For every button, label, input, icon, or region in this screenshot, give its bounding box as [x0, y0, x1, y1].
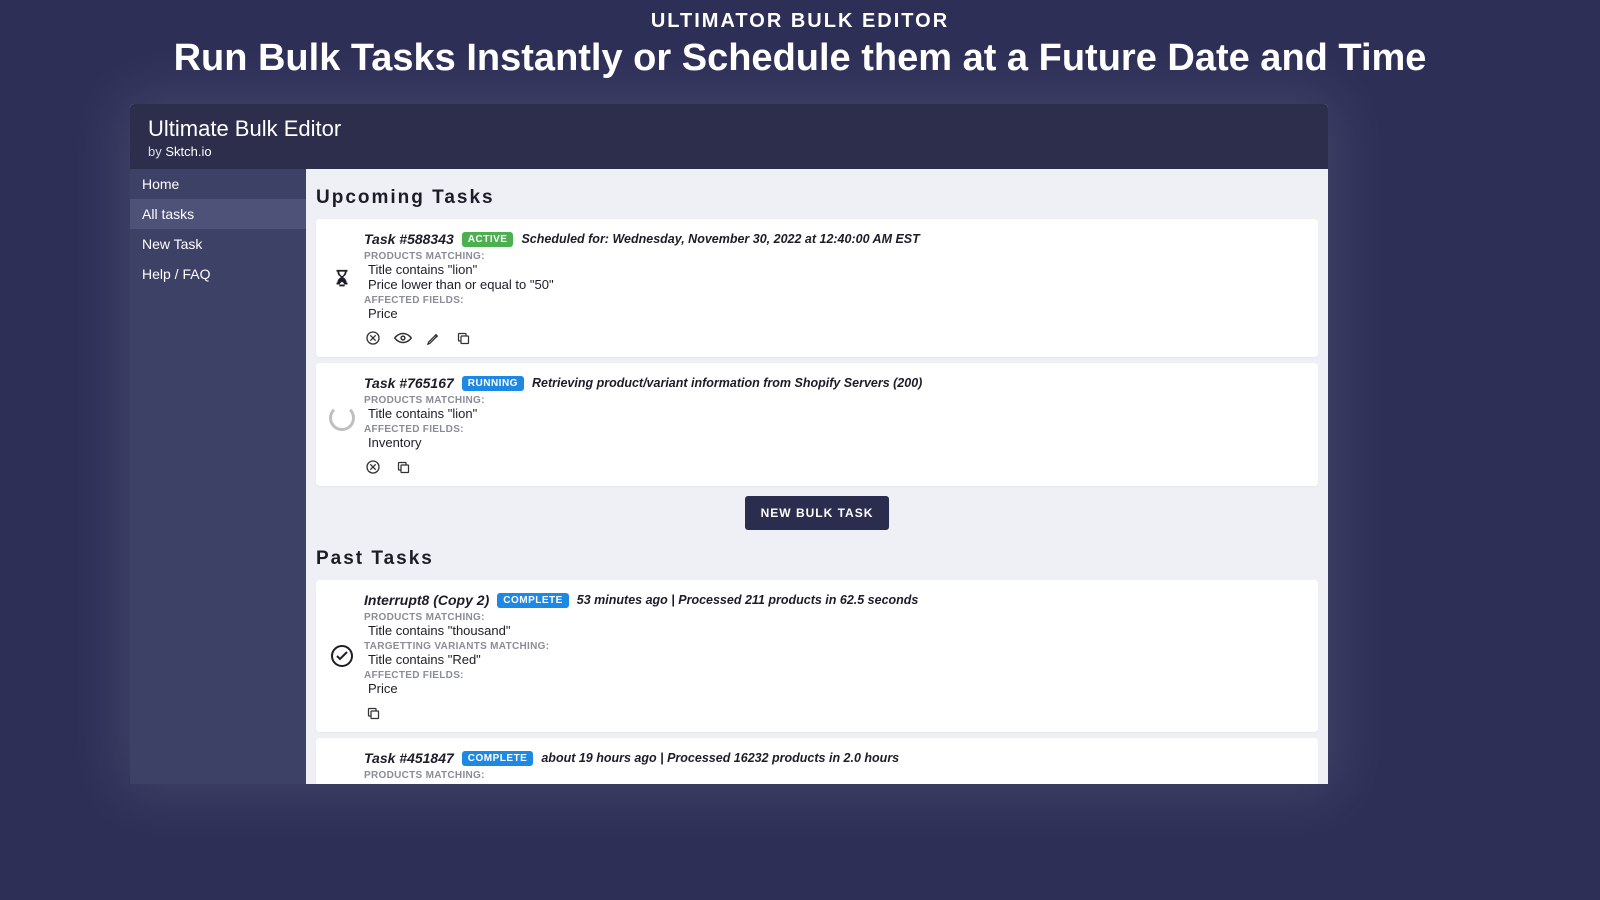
task-title: Task #588343	[364, 231, 454, 247]
sidebar-item-home[interactable]: Home	[130, 169, 306, 199]
affected-fields-label: AFFECTED FIELDS:	[364, 295, 1306, 306]
task-meta: Retrieving product/variant information f…	[532, 376, 922, 390]
task-card: Interrupt8 (Copy 2) COMPLETE 53 minutes …	[316, 580, 1318, 732]
section-upcoming-title: Upcoming Tasks	[316, 187, 1318, 209]
matching-value: Price lower than or equal to "50"	[368, 277, 1306, 292]
affected-fields-label: AFFECTED FIELDS:	[364, 424, 1306, 435]
variant-value: Title contains "Red"	[368, 652, 1306, 667]
app-window: Ultimate Bulk Editor by Sktch.io Home Al…	[130, 104, 1328, 784]
byline-brand[interactable]: Sktch.io	[165, 144, 211, 159]
task-card: Task #451847 COMPLETE about 19 hours ago…	[316, 738, 1318, 784]
affected-fields-label: AFFECTED FIELDS:	[364, 670, 1306, 681]
sidebar: Home All tasks New Task Help / FAQ	[130, 169, 306, 784]
task-header: Task #765167 RUNNING Retrieving product/…	[364, 375, 1306, 391]
sidebar-item-label: All tasks	[142, 206, 194, 222]
task-card: Task #588343 ACTIVE Scheduled for: Wedne…	[316, 219, 1318, 357]
task-body: Interrupt8 (Copy 2) COMPLETE 53 minutes …	[364, 592, 1306, 722]
sidebar-item-label: Help / FAQ	[142, 266, 210, 282]
task-actions	[364, 329, 1306, 347]
copy-icon[interactable]	[364, 704, 382, 722]
matching-value: Title contains "lion"	[368, 406, 1306, 421]
task-body: Task #588343 ACTIVE Scheduled for: Wedne…	[364, 231, 1306, 347]
sidebar-item-label: Home	[142, 176, 179, 192]
sidebar-item-help-faq[interactable]: Help / FAQ	[130, 259, 306, 289]
app-body: Home All tasks New Task Help / FAQ Upcom…	[130, 169, 1328, 784]
sidebar-item-new-task[interactable]: New Task	[130, 229, 306, 259]
task-actions	[364, 704, 1306, 722]
new-task-wrap: NEW BULK TASK	[316, 496, 1318, 530]
sidebar-item-all-tasks[interactable]: All tasks	[130, 199, 306, 229]
task-header: Interrupt8 (Copy 2) COMPLETE 53 minutes …	[364, 592, 1306, 608]
hourglass-icon	[328, 267, 356, 291]
app-header: Ultimate Bulk Editor by Sktch.io	[130, 104, 1328, 169]
hero-title: Run Bulk Tasks Instantly or Schedule the…	[0, 37, 1600, 80]
hero: ULTIMATOR BULK EDITOR Run Bulk Tasks Ins…	[0, 0, 1600, 80]
targetting-variants-label: TARGETTING VARIANTS MATCHING:	[364, 641, 1306, 652]
task-title: Interrupt8 (Copy 2)	[364, 592, 489, 608]
byline-prefix: by	[148, 144, 165, 159]
affected-value: Inventory	[368, 435, 1306, 450]
status-badge: COMPLETE	[497, 593, 569, 608]
check-circle-icon	[328, 644, 356, 668]
products-matching-label: PRODUCTS MATCHING:	[364, 770, 1306, 781]
matching-value: Title contains "thousand"	[368, 623, 1306, 638]
edit-icon[interactable]	[424, 329, 442, 347]
products-matching-label: PRODUCTS MATCHING:	[364, 251, 1306, 262]
status-badge: RUNNING	[462, 376, 524, 391]
cancel-icon[interactable]	[364, 329, 382, 347]
task-header: Task #451847 COMPLETE about 19 hours ago…	[364, 750, 1306, 766]
app-byline: by Sktch.io	[148, 144, 1310, 159]
copy-icon[interactable]	[454, 329, 472, 347]
products-matching-label: PRODUCTS MATCHING:	[364, 395, 1306, 406]
task-actions	[364, 458, 1306, 476]
task-title: Task #765167	[364, 375, 454, 391]
sidebar-item-label: New Task	[142, 236, 202, 252]
content: Upcoming Tasks Task #588343 ACTIVE Sched…	[306, 169, 1328, 784]
task-body: Task #765167 RUNNING Retrieving product/…	[364, 375, 1306, 476]
products-matching-label: PRODUCTS MATCHING:	[364, 612, 1306, 623]
task-title: Task #451847	[364, 750, 454, 766]
hero-eyebrow: ULTIMATOR BULK EDITOR	[0, 10, 1600, 33]
affected-value: Price	[368, 306, 1306, 321]
status-badge: ACTIVE	[462, 232, 514, 247]
copy-icon[interactable]	[394, 458, 412, 476]
cancel-icon[interactable]	[364, 458, 382, 476]
section-past-title: Past Tasks	[316, 548, 1318, 570]
spinner-icon	[328, 405, 356, 431]
new-bulk-task-button[interactable]: NEW BULK TASK	[745, 496, 890, 530]
task-meta: Scheduled for: Wednesday, November 30, 2…	[521, 232, 919, 246]
affected-value: Price	[368, 681, 1306, 696]
app-title: Ultimate Bulk Editor	[148, 116, 1310, 142]
view-icon[interactable]	[394, 329, 412, 347]
matching-value: Title contains "lion"	[368, 262, 1306, 277]
status-badge: COMPLETE	[462, 751, 534, 766]
task-card: Task #765167 RUNNING Retrieving product/…	[316, 363, 1318, 486]
task-body: Task #451847 COMPLETE about 19 hours ago…	[364, 750, 1306, 781]
task-header: Task #588343 ACTIVE Scheduled for: Wedne…	[364, 231, 1306, 247]
task-meta: 53 minutes ago | Processed 211 products …	[577, 593, 919, 607]
task-meta: about 19 hours ago | Processed 16232 pro…	[541, 751, 899, 765]
